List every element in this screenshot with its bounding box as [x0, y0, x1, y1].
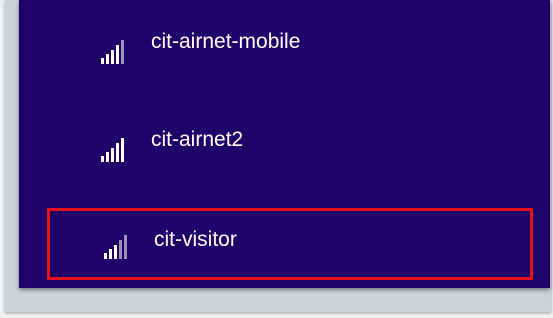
network-flyout-frame: cit-airnet-mobile cit-airnet2 cit-visito… — [5, 0, 551, 312]
network-name: cit-visitor — [154, 228, 237, 251]
wifi-signal-icon — [101, 138, 124, 162]
network-list-panel: cit-airnet-mobile cit-airnet2 cit-visito… — [19, 0, 550, 288]
network-item-cit-airnet2[interactable]: cit-airnet2 — [47, 114, 533, 186]
network-item-cit-visitor[interactable]: cit-visitor — [47, 208, 533, 280]
network-name: cit-airnet2 — [151, 128, 244, 151]
wifi-signal-icon — [101, 40, 124, 64]
network-item-cit-airnet-mobile[interactable]: cit-airnet-mobile — [47, 18, 533, 90]
wifi-signal-icon — [104, 235, 127, 259]
network-name: cit-airnet-mobile — [151, 30, 301, 53]
